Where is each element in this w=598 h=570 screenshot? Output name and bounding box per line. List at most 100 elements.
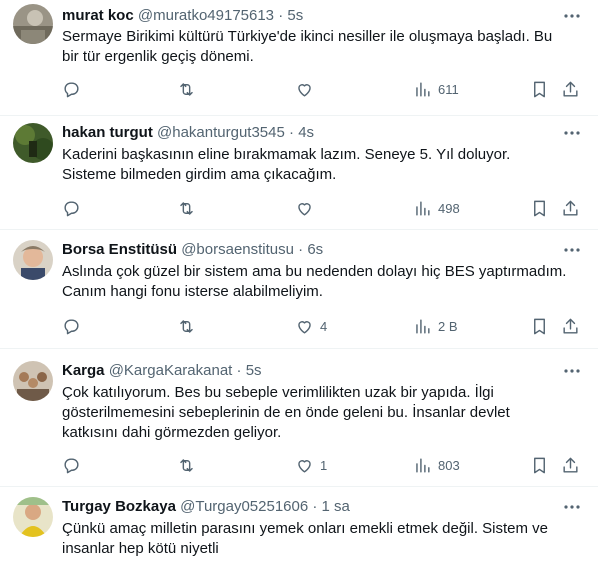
bookmark-button[interactable] [530, 316, 549, 336]
more-icon[interactable] [562, 6, 582, 26]
tweet-text: Aslında çok güzel bir sistem ama bu nede… [62, 263, 567, 300]
tweet-header: Turgay Bozkaya @Turgay05251606 · 1 sa [62, 497, 350, 517]
separator-dot: · [312, 498, 318, 515]
reply-button[interactable] [62, 79, 81, 99]
retweet-icon [180, 82, 193, 96]
separator-dot: · [236, 362, 242, 379]
reply-icon [64, 457, 79, 473]
author-name[interactable]: Borsa Enstitüsü [62, 241, 177, 258]
timestamp[interactable]: 5s [246, 362, 262, 379]
views-button[interactable]: 611 [413, 79, 459, 99]
author-name[interactable]: Karga [62, 362, 105, 379]
view-count: 803 [438, 457, 460, 473]
view-count: 2 B [438, 318, 458, 334]
reply-button[interactable] [62, 198, 81, 218]
tweet[interactable]: hakan turgut @hakanturgut3545 · 4s Kader… [0, 116, 598, 230]
heart-icon [298, 202, 311, 216]
share-icon [563, 200, 578, 216]
tweet[interactable]: Borsa Enstitüsü @borsaenstitusu · 6s Asl… [0, 230, 598, 349]
timestamp[interactable]: 5s [287, 7, 303, 24]
retweet-button[interactable] [177, 198, 196, 218]
more-icon[interactable] [562, 497, 582, 517]
bookmark-icon [534, 318, 545, 334]
heart-icon [298, 320, 311, 334]
author-handle[interactable]: @Turgay05251606 [180, 498, 308, 515]
avatar[interactable] [13, 123, 53, 163]
share-button[interactable] [561, 198, 580, 218]
views-button[interactable]: 498 [413, 198, 460, 218]
tweet-feed: murat koc @muratko49175613 · 5s Sermaye … [0, 0, 598, 570]
share-button[interactable] [561, 316, 580, 336]
reply-icon [64, 318, 79, 334]
reply-button[interactable] [62, 316, 81, 336]
tweet-header: Borsa Enstitüsü @borsaenstitusu · 6s [62, 240, 323, 260]
retweet-icon [180, 458, 193, 472]
like-button[interactable]: 4 [295, 316, 327, 336]
retweet-button[interactable] [177, 316, 196, 336]
views-icon [416, 457, 430, 473]
bookmark-icon [534, 200, 545, 216]
author-name[interactable]: hakan turgut [62, 124, 153, 141]
retweet-button[interactable] [177, 79, 196, 99]
like-count: 1 [320, 457, 328, 473]
share-icon [563, 318, 578, 334]
like-button[interactable] [295, 79, 320, 99]
tweet-actions: 611 [58, 79, 588, 99]
share-button[interactable] [561, 79, 580, 99]
bookmark-icon [534, 81, 545, 97]
tweet-text: Çünkü amaç milletin parasını yemek onlar… [62, 520, 549, 557]
avatar[interactable] [13, 240, 53, 280]
reply-icon [64, 81, 79, 97]
author-handle[interactable]: @muratko49175613 [138, 7, 274, 24]
tweet[interactable]: Karga @KargaKarakanat · 5s Çok katılıyor… [0, 349, 598, 487]
author-handle[interactable]: @hakanturgut3545 [157, 124, 285, 141]
timestamp[interactable]: 1 sa [322, 498, 350, 515]
separator-dot: · [298, 241, 304, 258]
avatar[interactable] [13, 4, 53, 44]
separator-dot: · [289, 124, 295, 141]
views-button[interactable]: 803 [413, 455, 460, 475]
reply-button[interactable] [62, 455, 81, 475]
tweet-actions: 498 [58, 198, 588, 218]
like-button[interactable] [295, 198, 320, 218]
separator-dot: · [278, 7, 284, 24]
author-handle[interactable]: @borsaenstitusu [181, 241, 294, 258]
views-icon [416, 318, 430, 334]
reply-icon [64, 200, 79, 216]
like-button[interactable]: 1 [295, 455, 327, 475]
author-name[interactable]: murat koc [62, 7, 134, 24]
retweet-button[interactable] [177, 455, 196, 475]
like-count: 4 [320, 318, 328, 334]
more-icon[interactable] [562, 361, 582, 381]
share-button[interactable] [561, 455, 580, 475]
tweet[interactable]: Turgay Bozkaya @Turgay05251606 · 1 sa Çü… [0, 487, 598, 570]
timestamp[interactable]: 4s [298, 124, 314, 141]
heart-icon [298, 83, 311, 97]
tweet-header: Karga @KargaKarakanat · 5s [62, 361, 262, 381]
bookmark-button[interactable] [530, 79, 549, 99]
more-icon[interactable] [562, 123, 582, 143]
share-icon [563, 457, 578, 473]
avatar[interactable] [13, 497, 53, 537]
author-name[interactable]: Turgay Bozkaya [62, 498, 176, 515]
tweet-header: hakan turgut @hakanturgut3545 · 4s [62, 123, 314, 143]
tweet-text: Çok katılıyorum. Bes bu sebeple verimlil… [62, 384, 510, 441]
tweet-actions: 1 803 [58, 455, 588, 475]
retweet-icon [180, 201, 193, 215]
bookmark-button[interactable] [530, 198, 549, 218]
views-icon [416, 200, 430, 216]
tweet-text: Kaderini başkasının eline bırakmamak laz… [62, 146, 511, 183]
bookmark-icon [534, 457, 545, 473]
tweet[interactable]: murat koc @muratko49175613 · 5s Sermaye … [0, 0, 598, 116]
views-button[interactable]: 2 B [413, 316, 458, 336]
avatar[interactable] [13, 361, 53, 401]
tweet-header: murat koc @muratko49175613 · 5s [62, 6, 303, 26]
timestamp[interactable]: 6s [307, 241, 323, 258]
bookmark-button[interactable] [530, 455, 549, 475]
more-icon[interactable] [562, 240, 582, 260]
view-count: 611 [438, 81, 459, 97]
views-icon [416, 81, 430, 97]
tweet-text: Sermaye Birikimi kültürü Türkiye'de ikin… [62, 28, 553, 65]
heart-icon [298, 459, 311, 473]
author-handle[interactable]: @KargaKarakanat [109, 362, 233, 379]
